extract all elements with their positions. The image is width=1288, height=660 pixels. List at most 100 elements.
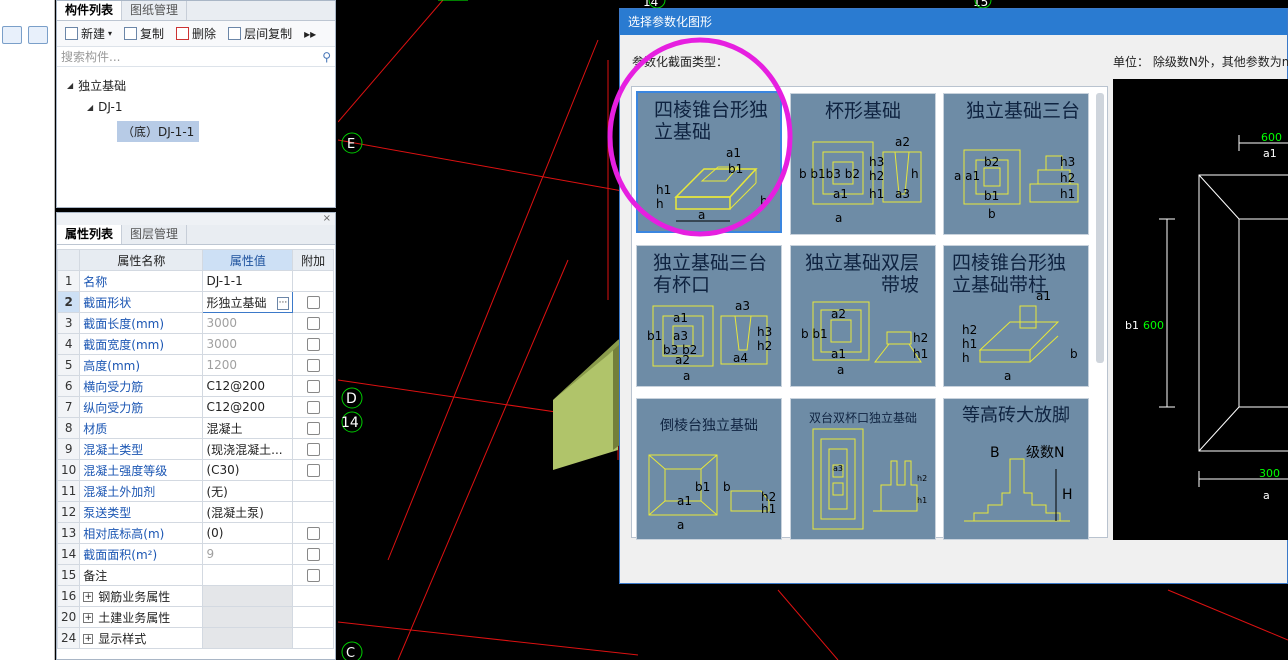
svg-text:h2: h2	[757, 339, 772, 353]
svg-text:b b1b3 b2: b b1b3 b2	[799, 167, 860, 181]
expand-group[interactable]: + 显示样式	[79, 627, 204, 649]
parametric-shape-dialog: 选择参数化图形 参数化截面类型： 单位： 除级数N外，其他参数为m 四棱锥台形独…	[619, 8, 1288, 584]
checkbox[interactable]	[306, 527, 320, 540]
shape-card[interactable]: 独立基础三台 a a1 b2 b1 b h3 h2 h1	[943, 93, 1089, 235]
plus-icon: +	[83, 613, 94, 623]
svg-text:b: b	[723, 480, 731, 494]
svg-text:a1: a1	[726, 146, 741, 160]
svg-text:a1: a1	[673, 311, 688, 325]
shape-diagram: h2 h1 h a1 b a	[962, 289, 1078, 383]
table-row: 8 材质 混凝土	[56, 417, 334, 439]
delete-button[interactable]: 删除	[172, 24, 220, 44]
tab-layer-management[interactable]: 图层管理	[122, 225, 188, 244]
shape-card[interactable]: 四棱锥台形独立基础带柱 h2 h1 h a1 b a	[943, 245, 1089, 387]
svg-text:b1: b1	[647, 329, 662, 343]
table-row: 6 横向受力筋 C12@200	[56, 375, 334, 397]
table-row: 5 高度(mm) 1200	[56, 354, 334, 376]
tree-node-leaf[interactable]: （底）DJ-1-1	[117, 121, 200, 142]
card-view-icon[interactable]	[28, 26, 48, 44]
more-icon[interactable]: ▸▸	[300, 24, 320, 44]
checkbox[interactable]	[306, 401, 320, 414]
svg-text:B: B	[990, 445, 1000, 461]
copy-button[interactable]: 复制	[120, 24, 168, 44]
svg-text:b: b	[988, 207, 996, 221]
table-row: 7 纵向受力筋 C12@200	[56, 396, 334, 418]
checkbox[interactable]	[306, 569, 320, 582]
tab-property-list[interactable]: 属性列表	[57, 225, 123, 244]
checkbox[interactable]	[306, 317, 320, 330]
checkbox[interactable]	[306, 359, 320, 372]
tab-drawing-management[interactable]: 图纸管理	[122, 1, 188, 20]
svg-text:a3: a3	[673, 329, 688, 343]
shape-diagram: b b1b3 b2 a1 a2 h3 h2 h1 a3 h a	[799, 135, 922, 225]
shape-grid: 四棱锥台形独立基础 a h1 h a1 b1 b 杯形基础 b b1b3 b2 …	[631, 86, 1108, 540]
table-row: 15 备注	[56, 564, 334, 586]
shape-diagram: a h1 h a1 b1 b	[656, 146, 768, 222]
panel-close-icon[interactable]: ×	[57, 213, 335, 225]
svg-text:a: a	[837, 363, 844, 377]
checkbox[interactable]	[306, 464, 320, 477]
svg-text:h2: h2	[913, 331, 928, 345]
unit-label: 单位： 除级数N外，其他参数为m	[1113, 55, 1288, 69]
svg-text:a3: a3	[735, 299, 750, 313]
svg-text:h2: h2	[917, 474, 927, 483]
checkbox[interactable]	[306, 296, 320, 309]
svg-text:H: H	[1062, 487, 1073, 503]
table-row: 9 混凝土类型 (现浇混凝土...	[56, 438, 334, 460]
tree-node-root[interactable]: ◢ 独立基础	[67, 77, 126, 94]
table-row: 20 + 土建业务属性	[56, 606, 334, 628]
table-row: 14 截面面积(m²) 9	[56, 543, 334, 565]
svg-text:h2: h2	[1060, 171, 1075, 185]
search-input[interactable]: 搜索构件... ⚲	[57, 47, 335, 67]
property-table: 属性名称 属性值 附加 1 名称 DJ-1-1 2 截面形状 形独立基础 ··· 3 截面长…	[56, 249, 334, 649]
checkbox[interactable]	[306, 548, 320, 561]
checkbox[interactable]	[306, 443, 320, 456]
svg-text:a2: a2	[675, 353, 690, 367]
svg-text:a1: a1	[831, 347, 846, 361]
table-row: 3 截面长度(mm) 3000	[56, 312, 334, 334]
list-view-icon[interactable]	[2, 26, 22, 44]
svg-text:h3: h3	[1060, 155, 1075, 169]
expand-group[interactable]: + 土建业务属性	[79, 606, 204, 628]
shape-diagram: B 级数N H	[964, 445, 1073, 522]
shape-diagram: a1 b1 a3 b3 b2 a2 a3 h3 h2 a4 a	[647, 299, 772, 383]
value-cell[interactable]: DJ-1-1	[202, 270, 294, 292]
checkbox[interactable]	[306, 338, 320, 351]
scrollbar[interactable]	[1096, 93, 1104, 363]
tab-component-list[interactable]: 构件列表	[57, 1, 123, 20]
shape-card[interactable]: 独立基础三台有杯口 a1 b1 a3 b3 b2 a2 a3 h3 h2 a4 …	[636, 245, 782, 387]
svg-text:h1: h1	[656, 183, 671, 197]
svg-text:h1: h1	[761, 502, 776, 516]
svg-text:b1: b1	[984, 189, 999, 203]
svg-text:a2: a2	[895, 135, 910, 149]
tree-node-child[interactable]: ◢ DJ-1	[87, 100, 122, 114]
checkbox[interactable]	[306, 380, 320, 393]
shape-diagram: a3 h2 h1	[812, 428, 927, 530]
shape-card[interactable]: 倒棱台独立基础 a1 b1 b h2 h1 a	[636, 398, 782, 540]
value-cell-shape[interactable]: 形独立基础 ···	[202, 291, 294, 313]
svg-text:h: h	[962, 351, 970, 365]
floor-copy-button[interactable]: 层间复制	[224, 24, 296, 44]
shape-card[interactable]: 独立基础双层带坡 a2 b b1 a1 a h2 h1	[790, 245, 936, 387]
svg-text:h1: h1	[869, 187, 884, 201]
checkbox[interactable]	[306, 422, 320, 435]
table-row: 4 截面宽度(mm) 3000	[56, 333, 334, 355]
search-icon: ⚲	[322, 49, 331, 64]
svg-text:h1: h1	[913, 347, 928, 361]
table-row: 16 + 钢筋业务属性	[56, 585, 334, 607]
shape-card[interactable]: 杯形基础 b b1b3 b2 a1 a2 h3 h2 h1 a3 h a	[790, 93, 936, 235]
preview-side-value: 600	[1143, 319, 1164, 332]
svg-text:a4: a4	[733, 351, 748, 365]
svg-text:b1: b1	[728, 162, 743, 176]
new-button[interactable]: 新建 ▾	[61, 24, 116, 44]
shape-card[interactable]: 等高砖大放脚 B 级数N H	[943, 398, 1089, 540]
ellipsis-button[interactable]: ···	[276, 296, 290, 310]
shape-card[interactable]: 双台双杯口独立基础 a3 h2 h1	[790, 398, 936, 540]
dialog-title: 选择参数化图形	[620, 9, 1287, 35]
expand-group[interactable]: + 钢筋业务属性	[79, 585, 204, 607]
table-row: 10 混凝土强度等级 (C30)	[56, 459, 334, 481]
table-row: 13 相对底标高(m) (0)	[56, 522, 334, 544]
svg-text:h1: h1	[962, 337, 977, 351]
svg-text:a: a	[835, 211, 842, 225]
shape-card[interactable]: 四棱锥台形独立基础 a h1 h a1 b1 b	[636, 91, 782, 233]
